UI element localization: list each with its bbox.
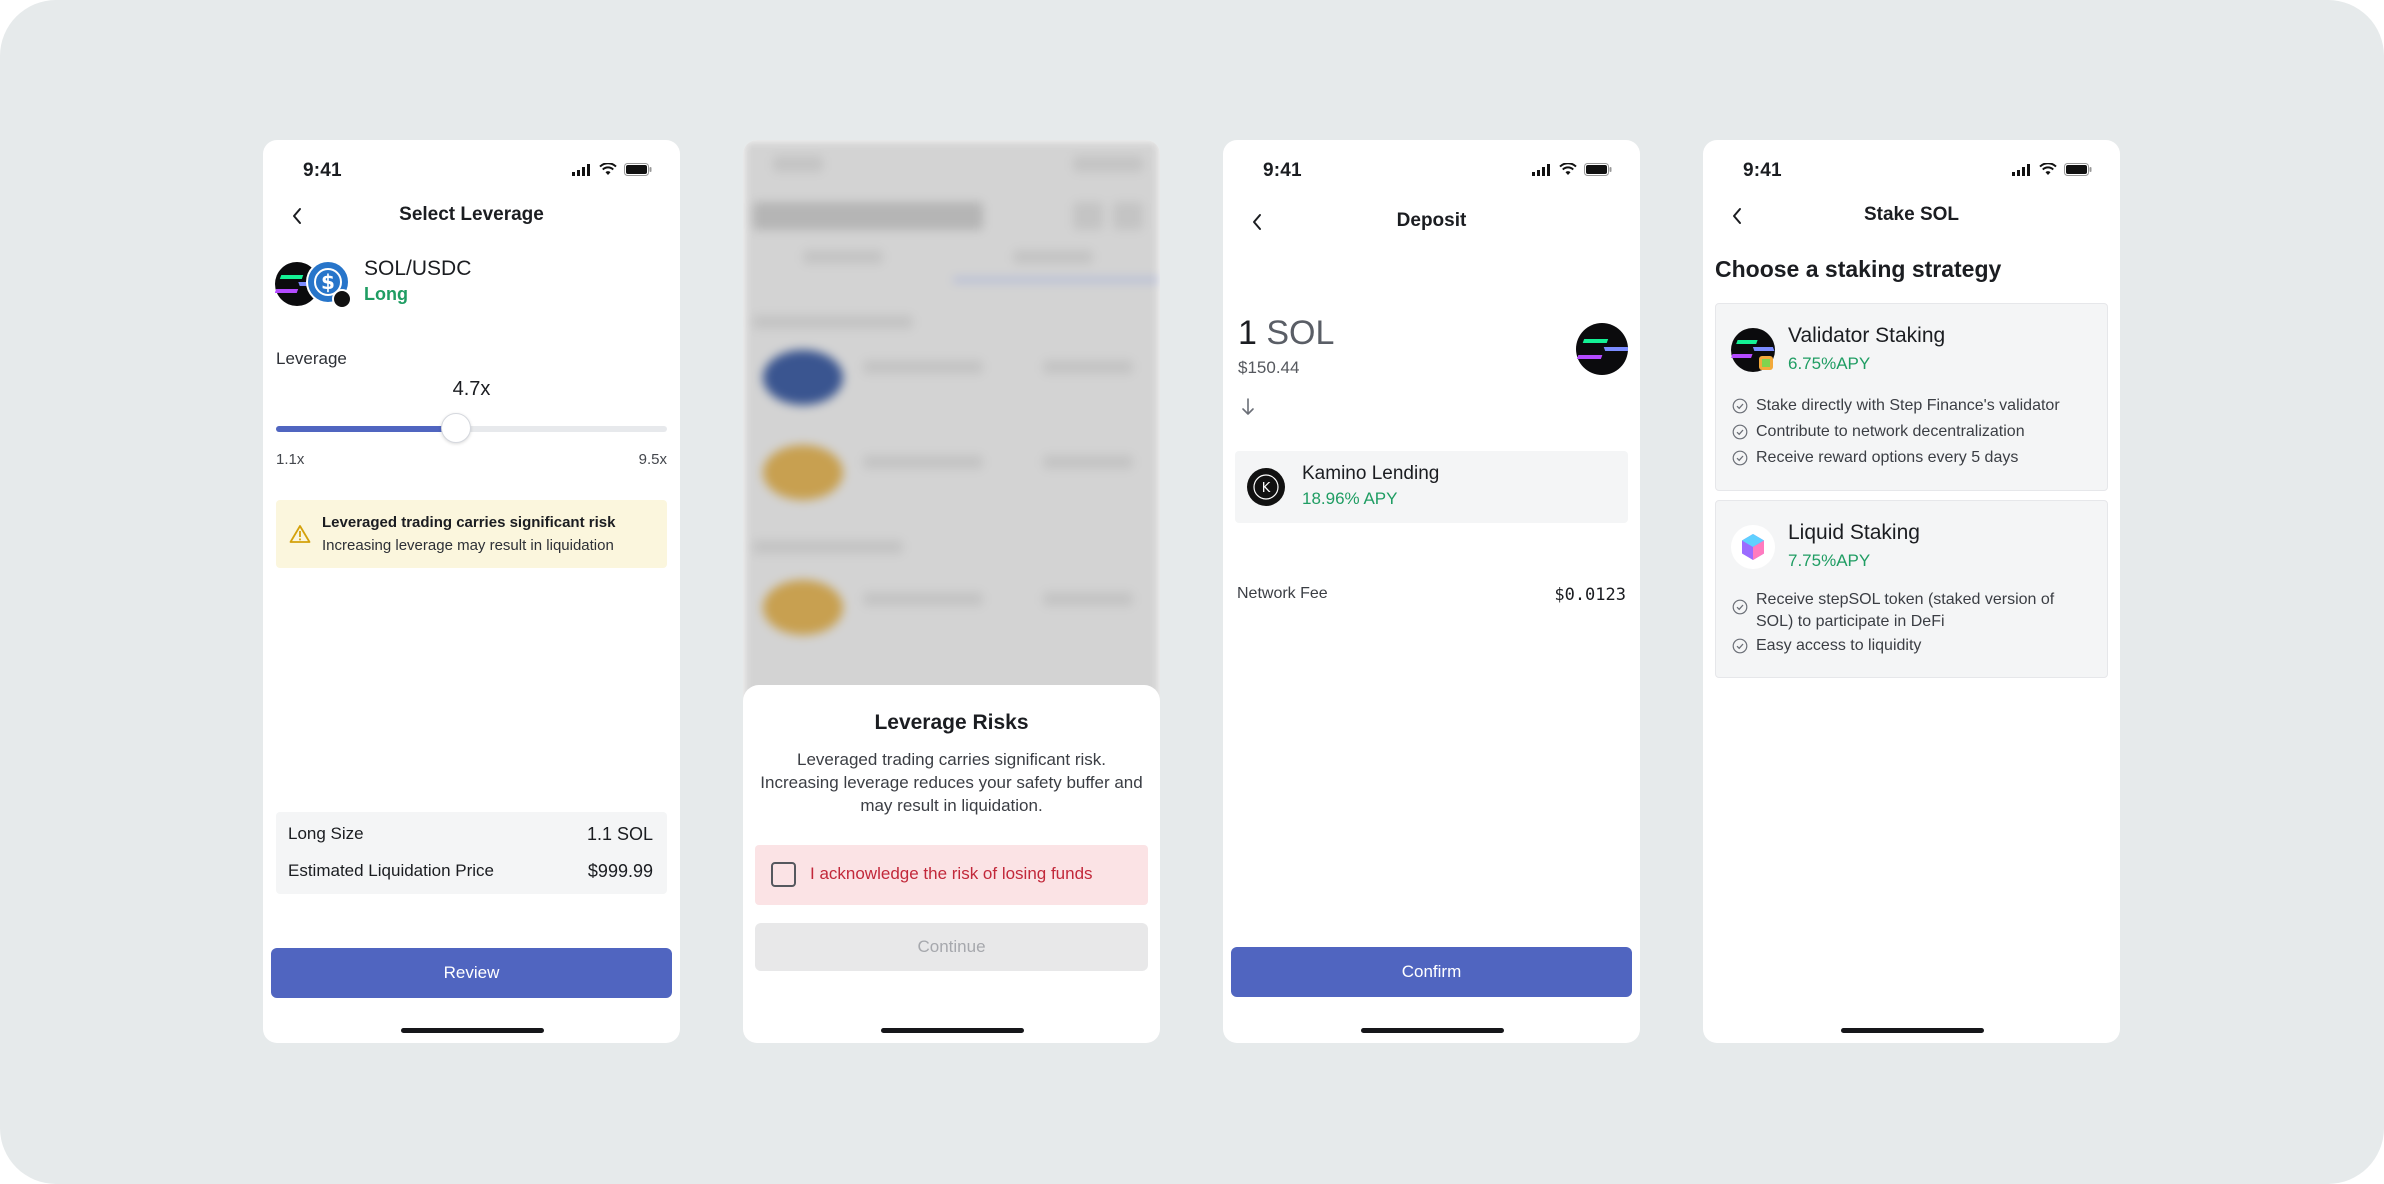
arrow-down-icon	[1241, 397, 1255, 422]
status-bar: 9:41	[1703, 140, 2120, 200]
leverage-screen: 9:41 Select Leverage $ SOL/USDC Long Lev…	[263, 140, 680, 1043]
strategy-bullet: Contribute to network decentralization	[1732, 421, 2095, 443]
fee-value: $0.0123	[1554, 585, 1626, 605]
status-time: 9:41	[303, 160, 342, 181]
leverage-value: 4.7x	[452, 378, 491, 400]
strategy-name: Validator Staking	[1788, 324, 1946, 347]
pair-name: SOL/USDC	[364, 257, 472, 280]
status-bar: 9:41	[263, 140, 680, 200]
leverage-label: Leverage	[276, 349, 347, 368]
amount-unit: SOL	[1266, 314, 1335, 352]
strategy-bullet: Receive reward options every 5 days	[1732, 447, 2095, 469]
stake-screen: 9:41 Stake SOL Choose a staking strategy…	[1703, 140, 2120, 1043]
signal-icon	[1532, 163, 1550, 176]
leverage-slider[interactable]	[276, 413, 667, 443]
destination-card[interactable]: K Kamino Lending 18.96% APY	[1235, 451, 1628, 523]
svg-text:K: K	[1262, 481, 1271, 496]
strategy-apy: 7.75%APY	[1788, 551, 1871, 570]
strategy-name: Liquid Staking	[1788, 521, 1920, 544]
amount-value: 1	[1238, 314, 1257, 352]
slider-fill	[276, 426, 456, 432]
home-indicator	[880, 1028, 1024, 1033]
warning-subtitle: Increasing leverage may result in liquid…	[322, 537, 614, 554]
wifi-icon	[599, 163, 617, 175]
home-indicator	[1840, 1028, 1984, 1033]
signal-icon	[572, 163, 590, 176]
deposit-amount: 1 SOL	[1238, 314, 1334, 353]
check-circle-icon	[1732, 638, 1748, 654]
slider-max-label: 9.5x	[638, 451, 667, 468]
status-icons	[572, 163, 652, 176]
wifi-icon	[2039, 163, 2057, 175]
battery-icon	[1584, 163, 1612, 176]
page-title: Select Leverage	[399, 204, 544, 225]
network-fee-row: Network Fee $0.0123	[1237, 585, 1626, 605]
status-bar: 9:41	[1223, 140, 1640, 200]
sheet-title: Leverage Risks	[874, 711, 1029, 734]
section-heading: Choose a staking strategy	[1715, 256, 2002, 282]
acknowledge-checkbox[interactable]	[771, 862, 796, 887]
sheet-body: Leveraged trading carries significant ri…	[760, 750, 1143, 815]
risk-sheet-screen: Leverage Risks Leveraged trading carries…	[743, 140, 1160, 1043]
sol-token-icon	[1576, 323, 1630, 375]
deposit-screen: 9:41 Deposit 1 SOL $150.44 K Kamino Lend…	[1223, 140, 1640, 1043]
strategy-apy: 6.75%APY	[1788, 354, 1871, 373]
status-icons	[2012, 163, 2092, 176]
wifi-icon	[1559, 163, 1577, 175]
confirm-button[interactable]: Confirm	[1231, 947, 1632, 997]
summary-row: Estimated Liquidation Price $999.99	[288, 861, 653, 882]
pair-logos: $	[274, 260, 355, 310]
fee-label: Network Fee	[1237, 585, 1328, 602]
slider-min-label: 1.1x	[276, 451, 305, 468]
check-circle-icon	[1732, 398, 1748, 414]
validator-logo-icon	[1731, 328, 1775, 372]
summary-value: 1.1 SOL	[586, 824, 653, 844]
status-icons	[1532, 163, 1612, 176]
strategy-bullet: Stake directly with Step Finance's valid…	[1732, 395, 2095, 417]
status-time: 9:41	[1263, 160, 1302, 181]
battery-icon	[624, 163, 652, 176]
status-time: 9:41	[1743, 160, 1782, 181]
strategy-bullet: Receive stepSOL token (staked version of…	[1732, 589, 2095, 633]
destination-apy: 18.96% APY	[1302, 489, 1398, 508]
risk-warning: Leveraged trading carries significant ri…	[276, 500, 667, 568]
home-indicator	[400, 1028, 544, 1033]
strategy-bullet: Easy access to liquidity	[1732, 635, 2095, 657]
warning-icon	[289, 524, 311, 549]
page-title: Deposit	[1396, 210, 1467, 231]
liquid-staking-logo-icon	[1731, 525, 1775, 569]
review-button[interactable]: Review	[271, 948, 672, 998]
warning-title: Leveraged trading carries significant ri…	[322, 514, 616, 531]
summary-row: Long Size 1.1 SOL	[288, 824, 653, 845]
check-circle-icon	[1732, 450, 1748, 466]
summary-label: Estimated Liquidation Price	[288, 861, 495, 880]
acknowledge-row[interactable]: I acknowledge the risk of losing funds	[755, 845, 1148, 905]
summary-label: Long Size	[288, 824, 364, 843]
battery-icon	[2064, 163, 2092, 176]
check-circle-icon	[1732, 424, 1748, 440]
strategy-card-validator[interactable]: Validator Staking 6.75%APY Stake directl…	[1715, 303, 2108, 491]
bottom-sheet: Leverage Risks Leveraged trading carries…	[743, 685, 1160, 1043]
amount-usd: $150.44	[1238, 358, 1300, 377]
canvas-background: 9:41 Select Leverage $ SOL/USDC Long Lev…	[0, 0, 2384, 1184]
summary-value: $999.99	[587, 861, 653, 881]
protocol-badge-icon	[332, 289, 352, 309]
position-side: Long	[364, 284, 408, 304]
signal-icon	[2012, 163, 2030, 176]
home-indicator	[1360, 1028, 1504, 1033]
continue-button[interactable]: Continue	[755, 923, 1148, 971]
kamino-logo-icon: K	[1247, 468, 1285, 506]
position-summary: Long Size 1.1 SOL Estimated Liquidation …	[276, 812, 667, 894]
acknowledge-label[interactable]: I acknowledge the risk of losing funds	[810, 864, 1093, 884]
slider-thumb[interactable]	[440, 413, 471, 443]
check-circle-icon	[1732, 599, 1748, 615]
page-title: Stake SOL	[1863, 204, 1960, 225]
strategy-card-liquid[interactable]: Liquid Staking 7.75%APY Receive stepSOL …	[1715, 500, 2108, 678]
svg-text:$: $	[321, 270, 335, 294]
destination-name: Kamino Lending	[1302, 463, 1440, 484]
